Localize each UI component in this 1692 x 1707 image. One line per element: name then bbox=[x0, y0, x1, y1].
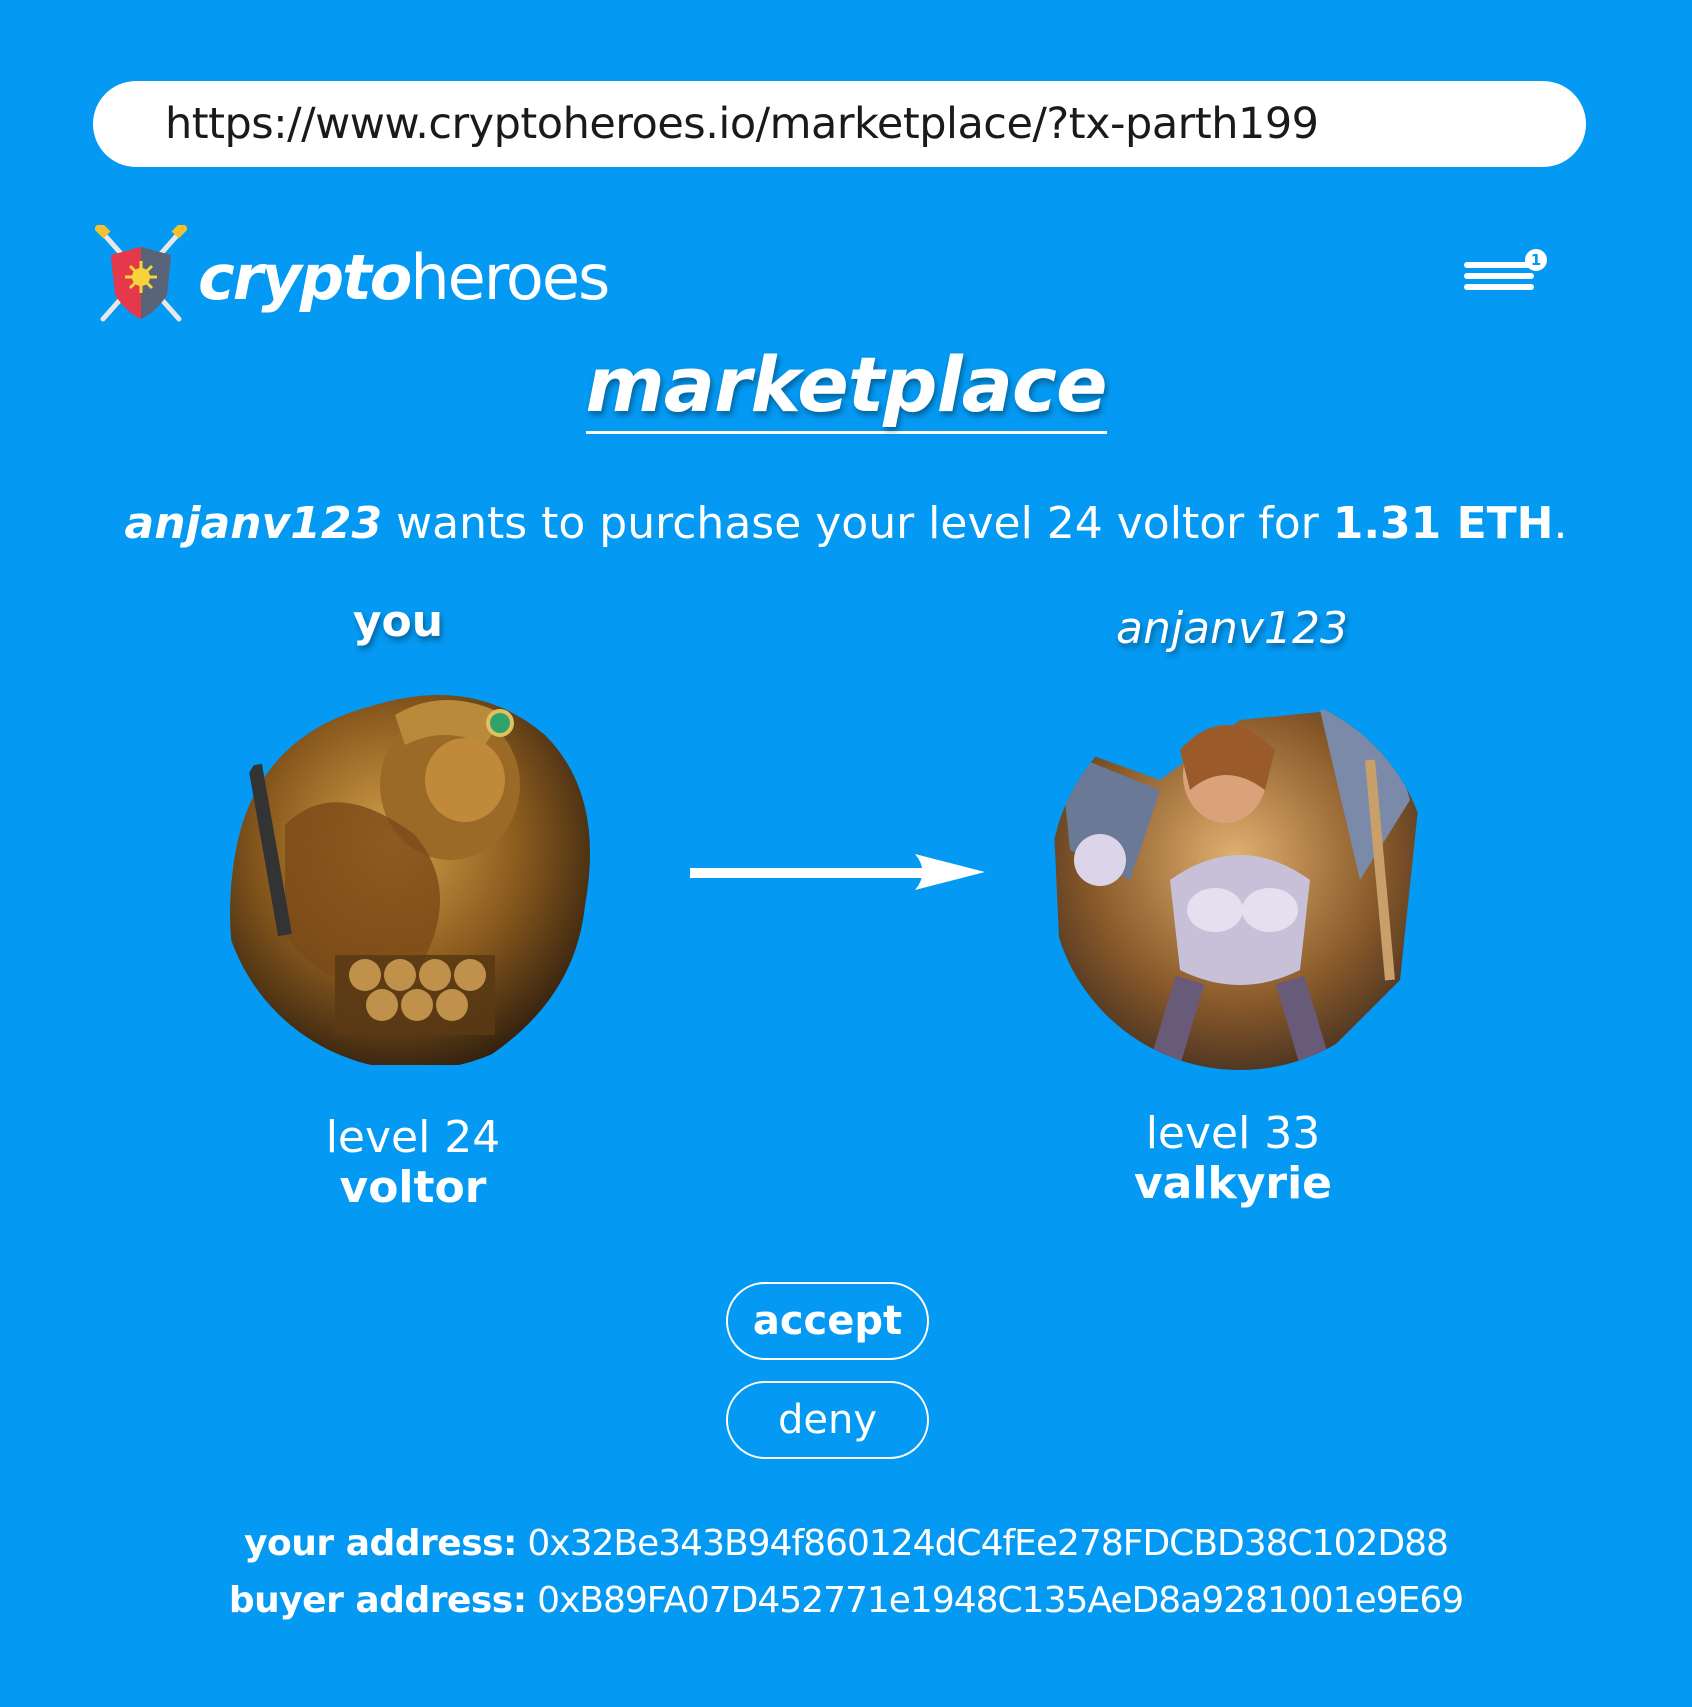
buyer-hero-level: level 33 bbox=[1145, 1108, 1321, 1159]
brand-name: cryptoheroes bbox=[198, 241, 610, 314]
valkyrie-hero-portrait bbox=[1050, 700, 1420, 1070]
menu-button[interactable]: 1 bbox=[1464, 248, 1548, 304]
offer-price: 1.31 ETH bbox=[1332, 498, 1554, 549]
voltor-hero-portrait bbox=[230, 695, 590, 1065]
shield-swords-icon bbox=[95, 225, 187, 322]
seller-hero-level: level 24 bbox=[325, 1112, 501, 1163]
seller-hero-name: voltor bbox=[339, 1162, 487, 1213]
buyer-address-line: buyer address: 0xB89FA07D452771e1948C135… bbox=[0, 1580, 1692, 1621]
your-address-label: your address: bbox=[244, 1523, 517, 1564]
address-bar[interactable]: https://www.cryptoheroes.io/marketplace/… bbox=[93, 81, 1586, 167]
offer-buyer-name: anjanv123 bbox=[124, 498, 383, 549]
your-address-line: your address: 0x32Be343B94f860124dC4fEe2… bbox=[0, 1523, 1692, 1564]
buyer-hero-name: valkyrie bbox=[1133, 1158, 1333, 1209]
buyer-label: anjanv123 bbox=[1116, 603, 1348, 654]
buyer-address-value: 0xB89FA07D452771e1948C135AeD8a928100‌1e9… bbox=[526, 1580, 1464, 1621]
trade-arrow-icon bbox=[690, 854, 985, 890]
your-address-value: 0x32Be343B94f860124dC4fEe278FDCBD38C102D… bbox=[516, 1523, 1449, 1564]
brand-name-bold: crypto bbox=[198, 241, 412, 314]
brand-logo[interactable]: cryptoheroes bbox=[95, 225, 610, 325]
seller-label: you bbox=[352, 596, 444, 647]
offer-text: wants to purchase your level 24 voltor f… bbox=[382, 498, 1333, 549]
offer-message: anjanv123 wants to purchase your level 2… bbox=[0, 498, 1692, 549]
page-title-text: marketplace bbox=[585, 340, 1108, 434]
page-title: marketplace bbox=[0, 340, 1692, 434]
url-text: https://www.cryptoheroes.io/marketplace/… bbox=[165, 99, 1319, 149]
buyer-address-label: buyer address: bbox=[228, 1580, 527, 1621]
accept-button[interactable]: accept bbox=[726, 1282, 929, 1360]
deny-button[interactable]: deny bbox=[726, 1381, 929, 1459]
notification-badge: 1 bbox=[1530, 251, 1542, 269]
brand-name-light: heroes bbox=[410, 241, 610, 314]
offer-end: . bbox=[1553, 498, 1568, 549]
